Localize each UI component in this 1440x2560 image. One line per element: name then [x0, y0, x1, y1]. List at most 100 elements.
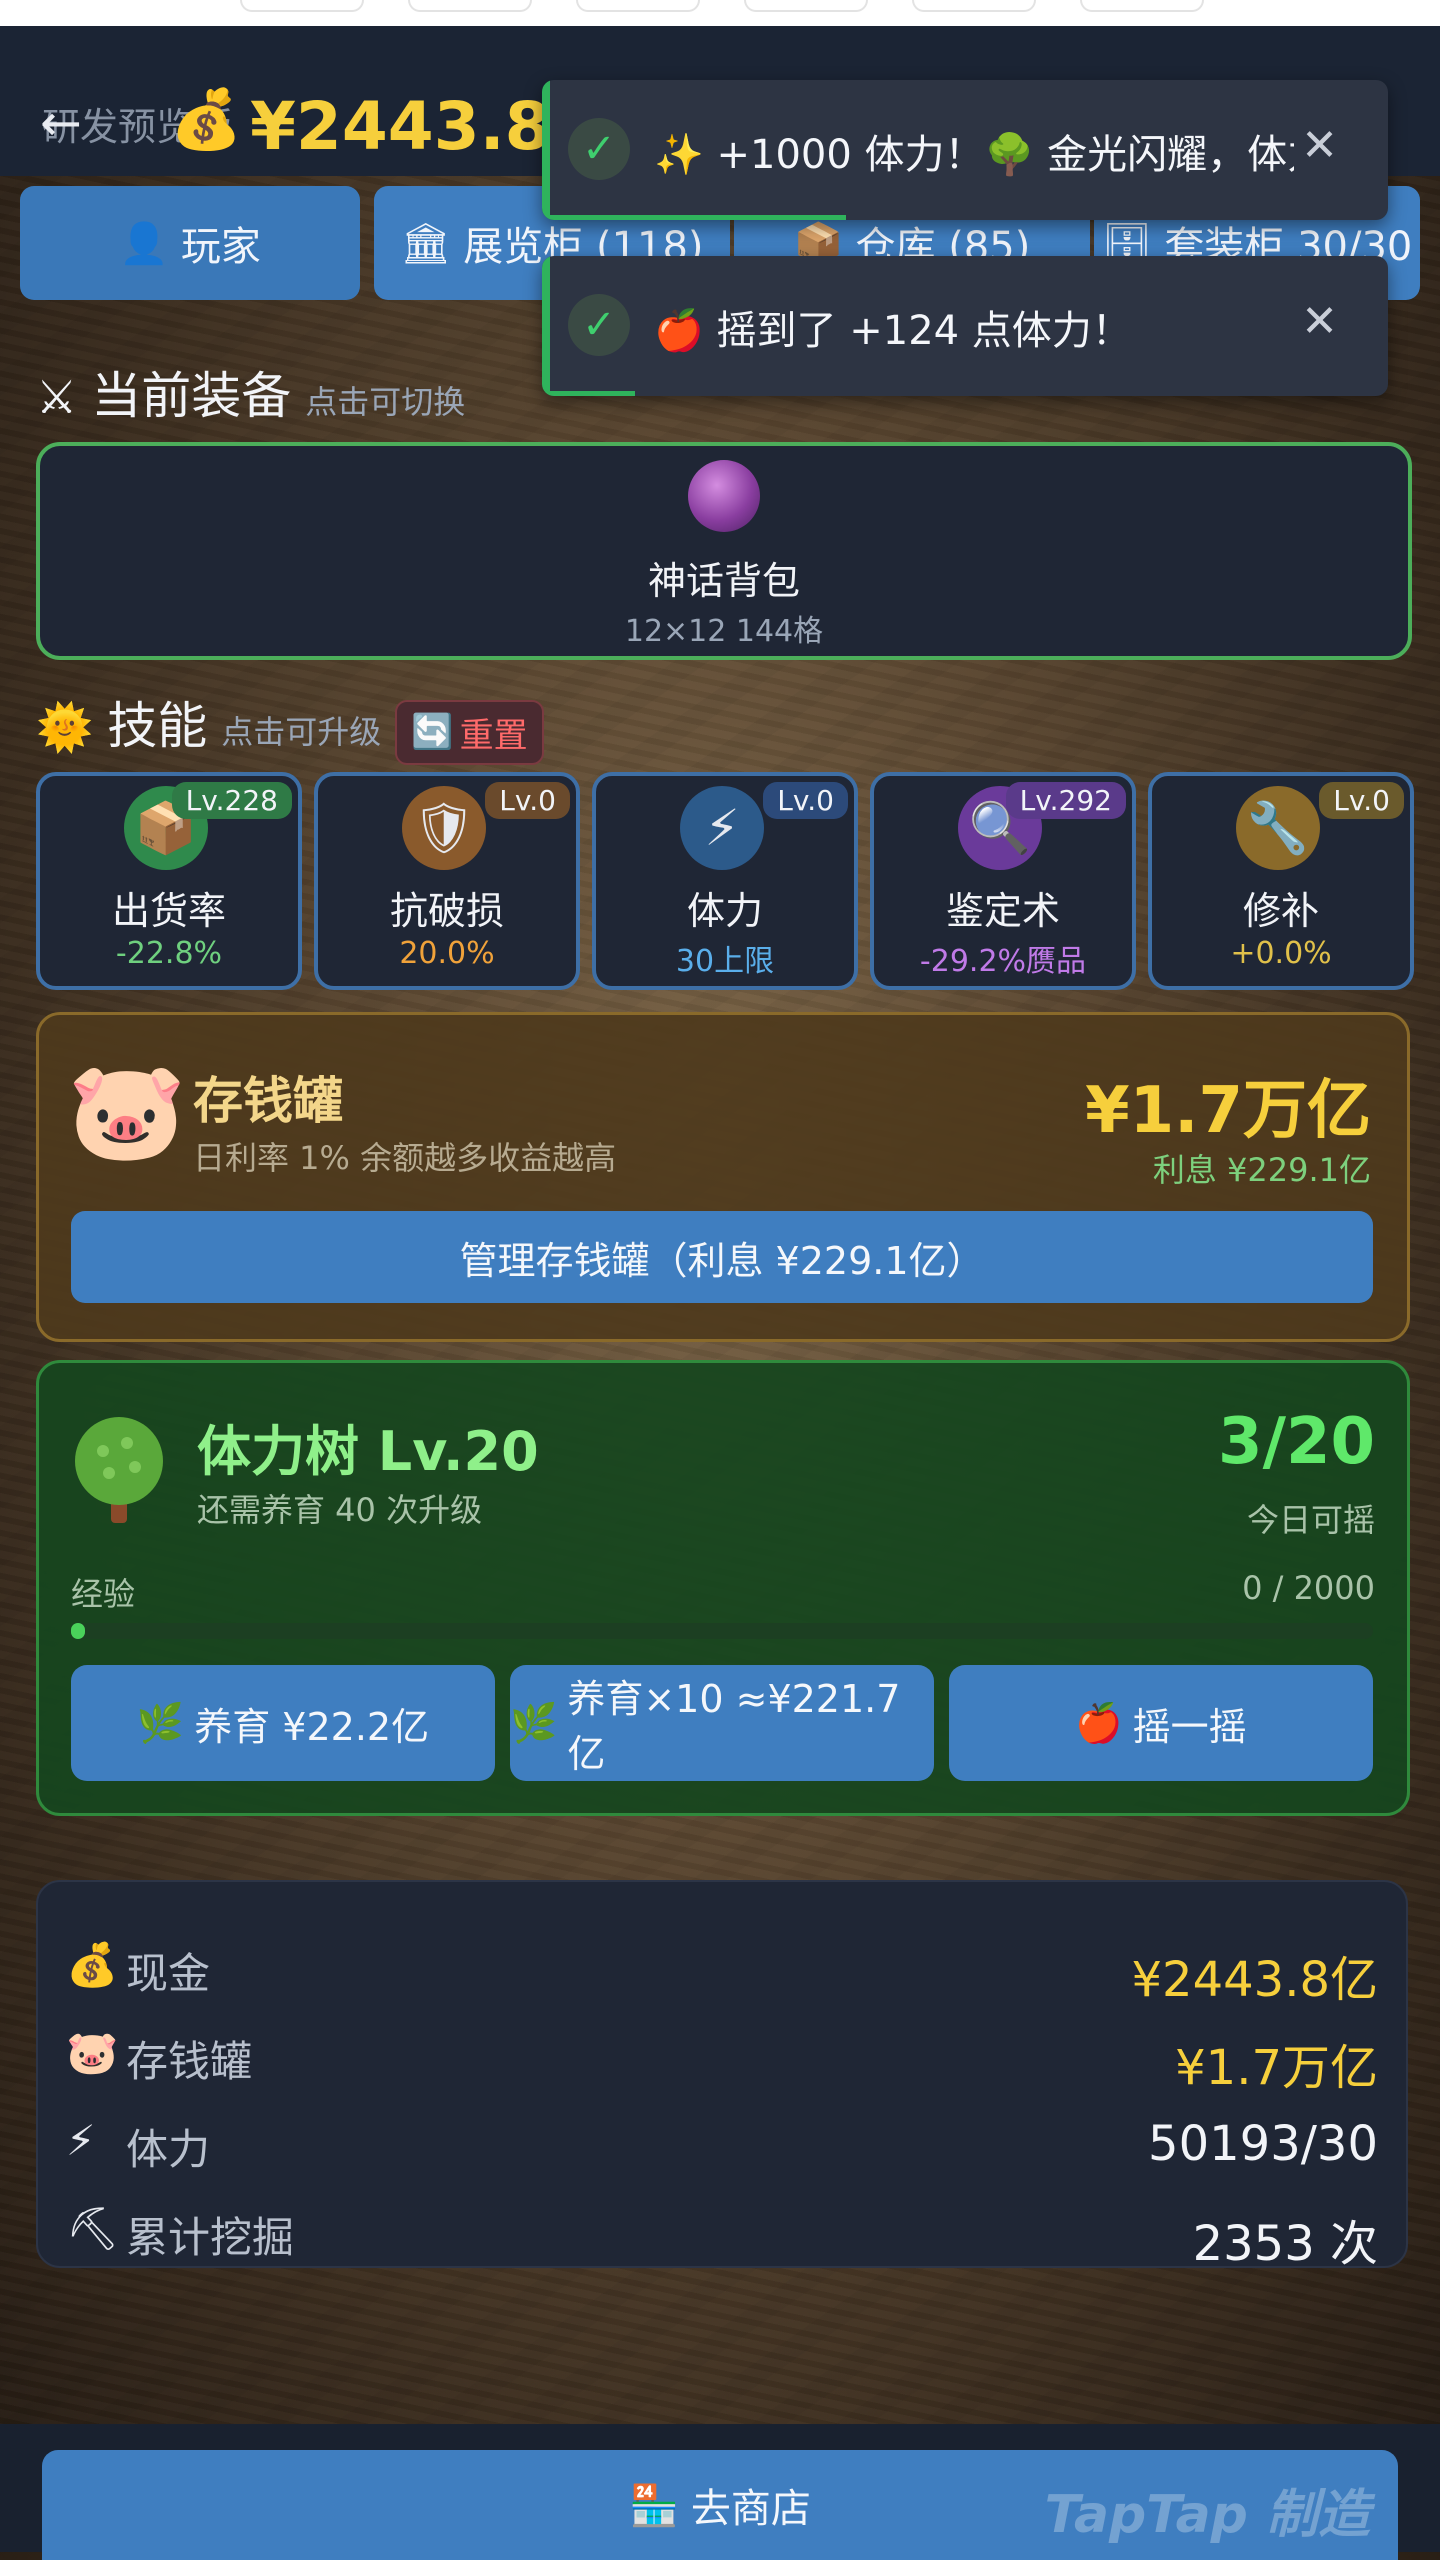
skills-section-title: 🌞 技能 点击可升级 🔄 重置: [36, 686, 544, 765]
toast-progress: [550, 215, 847, 220]
skill-name: 鉴定术: [945, 889, 1060, 933]
skills-row: 📦 Lv.228 出货率 -22.8% 🛡 Lv.0 抗破损 20.0% ⚡ L…: [36, 772, 1414, 990]
sun-icon: 🌞: [36, 700, 94, 754]
stat-value: ¥1.7万亿: [1175, 2040, 1378, 2096]
stat-row-piggy: 🐷 存钱罐 ¥1.7万亿: [66, 2020, 1378, 2100]
skill-value: 30上限: [675, 944, 775, 979]
reset-button[interactable]: 🔄 重置: [395, 699, 544, 765]
piggy-bank-card: 🐷 存钱罐 日利率 1% 余额越多收益越高 ¥1.7万亿 利息 ¥229.1亿 …: [36, 1012, 1410, 1342]
stats-card: 💰 现金 ¥2443.8亿 🐷 存钱罐 ¥1.7万亿 ⚡ 体力 50193/30…: [36, 1880, 1408, 2272]
stat-value: 50193/30: [1148, 2116, 1378, 2172]
reset-label: 重置: [459, 715, 528, 756]
pickaxe-icon: ⛏: [66, 2204, 120, 2253]
skill-card-shipping[interactable]: 📦 Lv.228 出货率 -22.8%: [36, 772, 302, 990]
person-icon: 👤: [119, 220, 169, 267]
refresh-icon: 🔄: [411, 712, 454, 752]
store-icon: 🏪: [629, 2482, 679, 2529]
nurture-button[interactable]: 🌿 养育 ¥22.2亿: [71, 1665, 495, 1781]
skill-value: -29.2%赝品: [919, 944, 1087, 979]
skill-level-badge: Lv.0: [1319, 782, 1404, 819]
manage-piggy-button[interactable]: 管理存钱罐（利息 ¥229.1亿）: [71, 1211, 1373, 1303]
close-icon[interactable]: ✕: [1301, 296, 1338, 347]
money-bag-icon: 💰: [170, 85, 243, 153]
equipment-card[interactable]: 神话背包 12×12 144格: [36, 442, 1412, 660]
stat-row-digs: ⛏ 累计挖掘 2353 次: [66, 2196, 1378, 2276]
backpack-icon: [688, 460, 760, 532]
check-icon: ✓: [568, 294, 630, 356]
shake-button[interactable]: 🍎 摇一摇: [949, 1665, 1373, 1781]
stat-label: 累计挖掘: [126, 2213, 295, 2262]
skill-name: 抗破损: [389, 889, 504, 933]
skill-card-stamina[interactable]: ⚡ Lv.0 体力 30上限: [592, 772, 858, 990]
button-label: 摇一摇: [1132, 1704, 1247, 1749]
skill-value: +0.0%: [1230, 936, 1332, 971]
shield-icon: 🛡: [402, 786, 486, 870]
stat-value: 2353 次: [1192, 2216, 1378, 2272]
section-hint: 点击可升级: [221, 713, 382, 751]
skill-card-appraisal[interactable]: 🔍 Lv.292 鉴定术 -29.2%赝品: [870, 772, 1136, 990]
equipment-name: 神话背包: [647, 559, 800, 603]
check-icon: ✓: [568, 118, 630, 180]
tree-subtitle: 还需养育 40 次升级: [197, 1491, 483, 1529]
exp-label: 经验: [71, 1575, 136, 1613]
stat-label: 体力: [126, 2125, 211, 2174]
equipment-section-title: ⚔ 当前装备 点击可切换: [36, 356, 465, 428]
back-arrow-icon[interactable]: ←: [40, 98, 82, 148]
button-label: 养育×10 ≈¥221.7亿: [567, 1677, 901, 1776]
piggy-subtitle: 日利率 1% 余额越多收益越高: [193, 1139, 617, 1177]
exp-progress-fill: [71, 1623, 85, 1639]
shake-count-label: 今日可摇: [1246, 1501, 1375, 1539]
skill-value: 20.0%: [399, 936, 495, 971]
shop-label: 去商店: [690, 2486, 811, 2532]
bottom-bar: 🏪 去商店 TapTap 制造: [0, 2424, 1440, 2560]
pig-icon: 🐷: [66, 2028, 119, 2077]
skill-value: -22.8%: [115, 936, 223, 971]
sprout-icon: 🌿: [136, 1700, 185, 1745]
exp-value: 0 / 2000: [1242, 1569, 1375, 1607]
skill-level-badge: Lv.0: [485, 782, 570, 819]
skill-level-badge: Lv.292: [1005, 782, 1126, 819]
money-bag-icon: 💰: [66, 1940, 119, 1989]
section-heading: 当前装备: [91, 367, 292, 425]
apple-icon: 🍎: [1075, 1700, 1123, 1745]
lightning-icon: ⚡: [680, 786, 764, 870]
skill-level-badge: Lv.228: [171, 782, 292, 819]
toast-message: 🍎 摇到了 +124 点体力！: [654, 308, 1132, 354]
stat-label: 存钱罐: [126, 2037, 253, 2086]
stat-row-stamina: ⚡ 体力 50193/30: [66, 2108, 1378, 2188]
nurture-x10-button[interactable]: 🌿 养育×10 ≈¥221.7亿: [510, 1665, 934, 1781]
toast-notification: ✓ 🍎 摇到了 +124 点体力！ ✕: [542, 256, 1388, 396]
section-heading: 技能: [107, 697, 208, 755]
toast-progress: [550, 391, 635, 396]
tab-label: 玩家: [180, 224, 261, 270]
equipment-size: 12×12 144格: [624, 614, 824, 649]
stamina-tree-card: 体力树 Lv.20 还需养育 40 次升级 3/20 今日可摇 经验 0 / 2…: [36, 1360, 1410, 1816]
museum-icon: 🏛: [400, 220, 452, 267]
piggy-interest: 利息 ¥229.1亿: [1152, 1151, 1371, 1189]
skill-card-repair[interactable]: 🔧 Lv.0 修补 +0.0%: [1148, 772, 1414, 990]
wrench-icon: 🔧: [1236, 786, 1320, 870]
lightning-icon: ⚡: [66, 2116, 96, 2165]
stat-value: ¥2443.8亿: [1131, 1952, 1379, 2008]
skill-level-badge: Lv.0: [763, 782, 848, 819]
skill-name: 出货率: [111, 889, 226, 933]
skill-name: 体力: [686, 889, 763, 933]
taptap-watermark: TapTap 制造: [1044, 2485, 1370, 2545]
stat-label: 现金: [126, 1949, 211, 1998]
close-icon[interactable]: ✕: [1301, 120, 1338, 171]
sprout-icon: 🌿: [510, 1700, 558, 1745]
tab-player[interactable]: 👤 玩家: [20, 186, 360, 300]
skill-card-durability[interactable]: 🛡 Lv.0 抗破损 20.0%: [314, 772, 580, 990]
shake-count: 3/20: [1218, 1405, 1375, 1479]
pig-icon: 🐷: [67, 1055, 187, 1167]
toast-message: ✨ +1000 体力！🌳 金光闪耀，体力树: [654, 132, 1294, 178]
tree-title: 体力树 Lv.20: [197, 1420, 539, 1483]
section-hint: 点击可切换: [305, 383, 466, 421]
toast-notification: ✓ ✨ +1000 体力！🌳 金光闪耀，体力树 ✕: [542, 80, 1388, 220]
crossed-swords-icon: ⚔: [36, 370, 78, 424]
piggy-amount: ¥1.7万亿: [1085, 1074, 1371, 1148]
piggy-title: 存钱罐: [193, 1072, 343, 1130]
stat-row-cash: 💰 现金 ¥2443.8亿: [66, 1932, 1378, 2012]
skill-name: 修补: [1242, 889, 1319, 933]
top-strip: [0, 0, 1440, 26]
